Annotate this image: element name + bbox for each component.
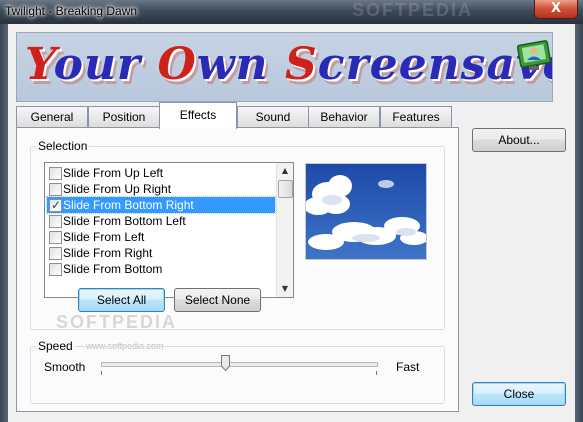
window-frame-left [0, 24, 8, 422]
checkmark-icon: ✓ [51, 198, 62, 212]
select-all-button[interactable]: Select All [78, 288, 165, 312]
list-item[interactable]: Slide From Bottom [47, 261, 275, 277]
tab-effects[interactable]: Effects [159, 102, 237, 129]
effect-checkbox[interactable] [49, 183, 62, 196]
effect-label: Slide From Bottom [63, 262, 163, 276]
speed-group: Speed [30, 339, 445, 404]
effects-listbox[interactable]: Slide From Up Left Slide From Up Right ✓… [44, 162, 294, 298]
list-item[interactable]: Slide From Up Left [47, 165, 275, 181]
speed-group-label: Speed [36, 339, 75, 353]
list-item[interactable]: Slide From Up Right [47, 181, 275, 197]
banner: Your Own Screensaver [16, 32, 553, 102]
tab-position-label: Position [102, 110, 146, 124]
dialog-client-area: Your Own Screensaver General Position Ef… [8, 24, 575, 422]
about-button[interactable]: About... [472, 128, 566, 152]
effect-label: Slide From Bottom Left [63, 214, 186, 228]
list-item-selected[interactable]: ✓ Slide From Bottom Right [46, 196, 276, 214]
speed-max-label: Fast [396, 360, 420, 374]
speed-slider-track[interactable] [101, 362, 378, 367]
banner-word-wn: wn [196, 39, 285, 90]
title-bar[interactable]: Twilight - Breaking Dawn SOFTPEDIA X [0, 0, 583, 24]
selection-group-label: Selection [36, 139, 90, 153]
select-none-button[interactable]: Select None [174, 288, 261, 312]
watermark-top: SOFTPEDIA [352, 0, 474, 20]
tab-features-label: Features [392, 110, 440, 124]
effect-checkbox[interactable] [49, 247, 62, 260]
effect-preview-image [305, 163, 427, 260]
banner-word-our: our [53, 39, 158, 90]
about-label: About... [498, 133, 540, 147]
list-item[interactable]: Slide From Right [47, 245, 275, 261]
app-window: Twilight - Breaking Dawn SOFTPEDIA X You… [0, 0, 583, 422]
tab-sound-label: Sound [255, 110, 291, 124]
select-all-label: Select All [96, 293, 147, 307]
listbox-scrollbar[interactable]: ▲ ▼ [276, 163, 293, 297]
slider-tick [101, 371, 102, 375]
effect-label: Slide From Left [63, 230, 145, 244]
tab-features[interactable]: Features [380, 106, 452, 128]
slider-tick [376, 371, 377, 375]
effect-checkbox[interactable] [49, 215, 62, 228]
effect-label: Slide From Up Left [63, 166, 164, 180]
monitor-person-icon [517, 40, 552, 70]
effect-label: Slide From Bottom Right [63, 198, 194, 212]
banner-letter-s: S [284, 39, 318, 90]
list-item[interactable]: Slide From Bottom Left [47, 213, 275, 229]
close-label: Close [503, 387, 535, 401]
effect-checkbox[interactable] [49, 263, 62, 276]
watermark-main: SOFTPEDIA [56, 312, 178, 332]
effect-checkbox[interactable] [49, 231, 62, 244]
tab-behavior[interactable]: Behavior [308, 106, 380, 128]
banner-letter-y: Y [25, 39, 54, 90]
scrollbar-thumb[interactable] [278, 180, 293, 198]
scroll-down-icon[interactable]: ▼ [277, 281, 293, 297]
scroll-up-icon[interactable]: ▲ [277, 163, 293, 179]
tab-behavior-label: Behavior [320, 110, 368, 124]
speed-slider-thumb[interactable] [221, 355, 231, 371]
window-close-button[interactable]: X [534, 0, 578, 19]
select-none-label: Select None [184, 293, 251, 307]
tab-effects-label: Effects [179, 108, 217, 122]
effect-label: Slide From Right [63, 246, 153, 260]
banner-letter-o: O [157, 39, 197, 90]
window-frame-right [575, 24, 583, 422]
list-item[interactable]: Slide From Left [47, 229, 275, 245]
banner-title: Your Own Screensaver [25, 39, 552, 90]
tab-general-label: General [30, 110, 74, 124]
speed-min-label: Smooth [44, 360, 86, 374]
close-icon: X [550, 1, 562, 16]
window-title: Twilight - Breaking Dawn [5, 4, 138, 18]
effect-checkbox-checked[interactable]: ✓ [49, 198, 62, 212]
tab-general[interactable]: General [16, 106, 88, 128]
effect-checkbox[interactable] [49, 167, 62, 180]
tab-sound[interactable]: Sound [237, 106, 309, 128]
effect-label: Slide From Up Right [63, 182, 172, 196]
tab-position[interactable]: Position [88, 106, 160, 128]
close-button[interactable]: Close [472, 382, 566, 406]
